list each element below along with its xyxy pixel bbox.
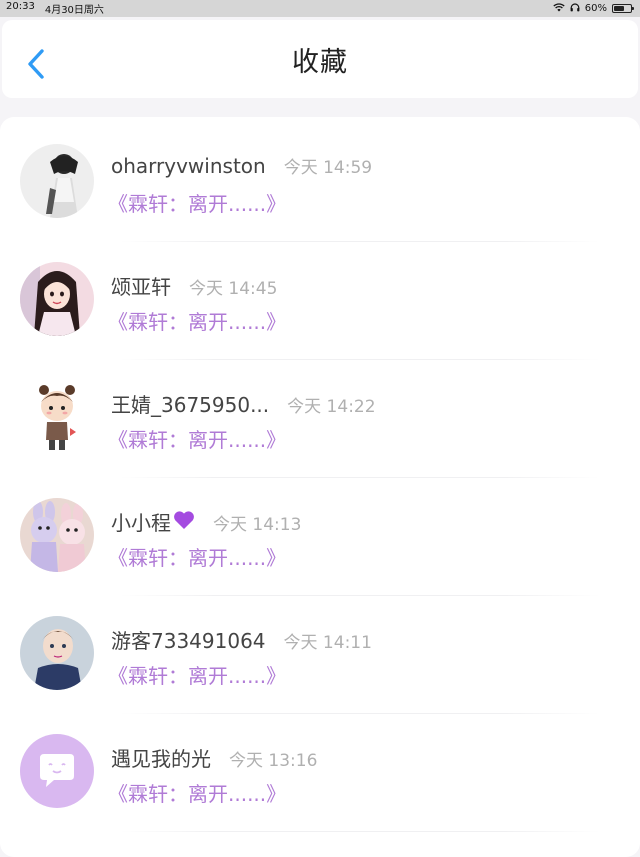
avatar-cartoon-boy: [20, 380, 94, 454]
name-line: oharryvwinston 今天 14:59: [111, 153, 372, 178]
status-time: 20:33: [6, 1, 35, 12]
status-date: 4月30日周六: [44, 5, 104, 16]
list-item[interactable]: 遇见我的光 今天 13:16 《霖轩：离开......》: [0, 707, 640, 825]
status-bar: 20:33 4月30日周六 60%: [0, 0, 640, 17]
user-name[interactable]: 游客733491064: [111, 625, 266, 654]
user-name[interactable]: oharryvwinston: [111, 154, 266, 178]
list-item[interactable]: oharryvwinston 今天 14:59 《霖轩：离开......》: [0, 117, 640, 235]
name-line: 小小程 今天 14:13: [111, 507, 301, 536]
timestamp: 今天 14:22: [287, 397, 376, 417]
user-name[interactable]: 颂亚轩: [111, 271, 171, 300]
avatar[interactable]: [20, 380, 94, 454]
back-button[interactable]: [24, 47, 50, 81]
battery-percent: 60%: [584, 3, 607, 14]
avatar[interactable]: [20, 616, 94, 690]
avatar[interactable]: [20, 498, 94, 572]
chevron-left-icon: [28, 49, 44, 79]
favorited-title[interactable]: 《霖轩：离开......》: [108, 188, 286, 217]
name-line: 王婧_3675950... 今天 14:22: [111, 389, 376, 418]
user-name[interactable]: 王婧_3675950...: [111, 389, 269, 418]
avatar[interactable]: [20, 734, 94, 808]
avatar-girl-photo: [20, 262, 94, 336]
name-line: 颂亚轩 今天 14:45: [111, 271, 277, 300]
avatar-plush-toys: [20, 498, 94, 572]
favorited-title[interactable]: 《霖轩：离开......》: [108, 306, 286, 335]
timestamp: 今天 14:59: [283, 158, 373, 178]
battery-level: [614, 6, 624, 11]
avatar[interactable]: [20, 262, 94, 336]
favorites-list: oharryvwinston 今天 14:59 《霖轩：离开......》 颂亚…: [0, 117, 640, 857]
user-name[interactable]: 遇见我的光: [111, 743, 211, 772]
list-item[interactable]: 颂亚轩 今天 14:45 《霖轩：离开......》: [0, 235, 640, 353]
name-line: 游客733491064 今天 14:11: [111, 625, 372, 654]
list-item[interactable]: 王婧_3675950... 今天 14:22 《霖轩：离开......》: [0, 353, 640, 471]
favorited-title[interactable]: 《霖轩：离开......》: [108, 660, 286, 689]
timestamp: 今天 14:13: [213, 515, 302, 535]
list-item[interactable]: 小小程 今天 14:13 《霖轩：离开......》: [0, 471, 640, 589]
headphones-icon: [570, 2, 580, 15]
favorited-title[interactable]: 《霖轩：离开......》: [108, 542, 286, 571]
avatar-child-photo: [20, 616, 94, 690]
favorited-title[interactable]: 《霖轩：离开......》: [108, 424, 286, 453]
avatar[interactable]: [20, 144, 94, 218]
wifi-icon: [553, 2, 565, 15]
avatar-bw-girl: [20, 144, 94, 218]
page-title: 收藏: [292, 46, 348, 78]
timestamp: 今天 14:11: [283, 633, 372, 653]
name-line: 遇见我的光 今天 13:16: [111, 743, 317, 772]
timestamp: 今天 14:45: [189, 279, 278, 299]
list-item[interactable]: 游客733491064 今天 14:11 《霖轩：离开......》: [0, 589, 640, 707]
battery-icon: [612, 4, 634, 13]
timestamp: 今天 13:16: [229, 751, 318, 771]
user-name[interactable]: 小小程: [111, 507, 171, 536]
divider: [120, 831, 600, 832]
purple-heart-icon: [173, 510, 195, 534]
favorited-title[interactable]: 《霖轩：离开......》: [108, 778, 286, 807]
header-bar: 收藏: [2, 20, 638, 98]
avatar-default-chat: [20, 734, 94, 808]
